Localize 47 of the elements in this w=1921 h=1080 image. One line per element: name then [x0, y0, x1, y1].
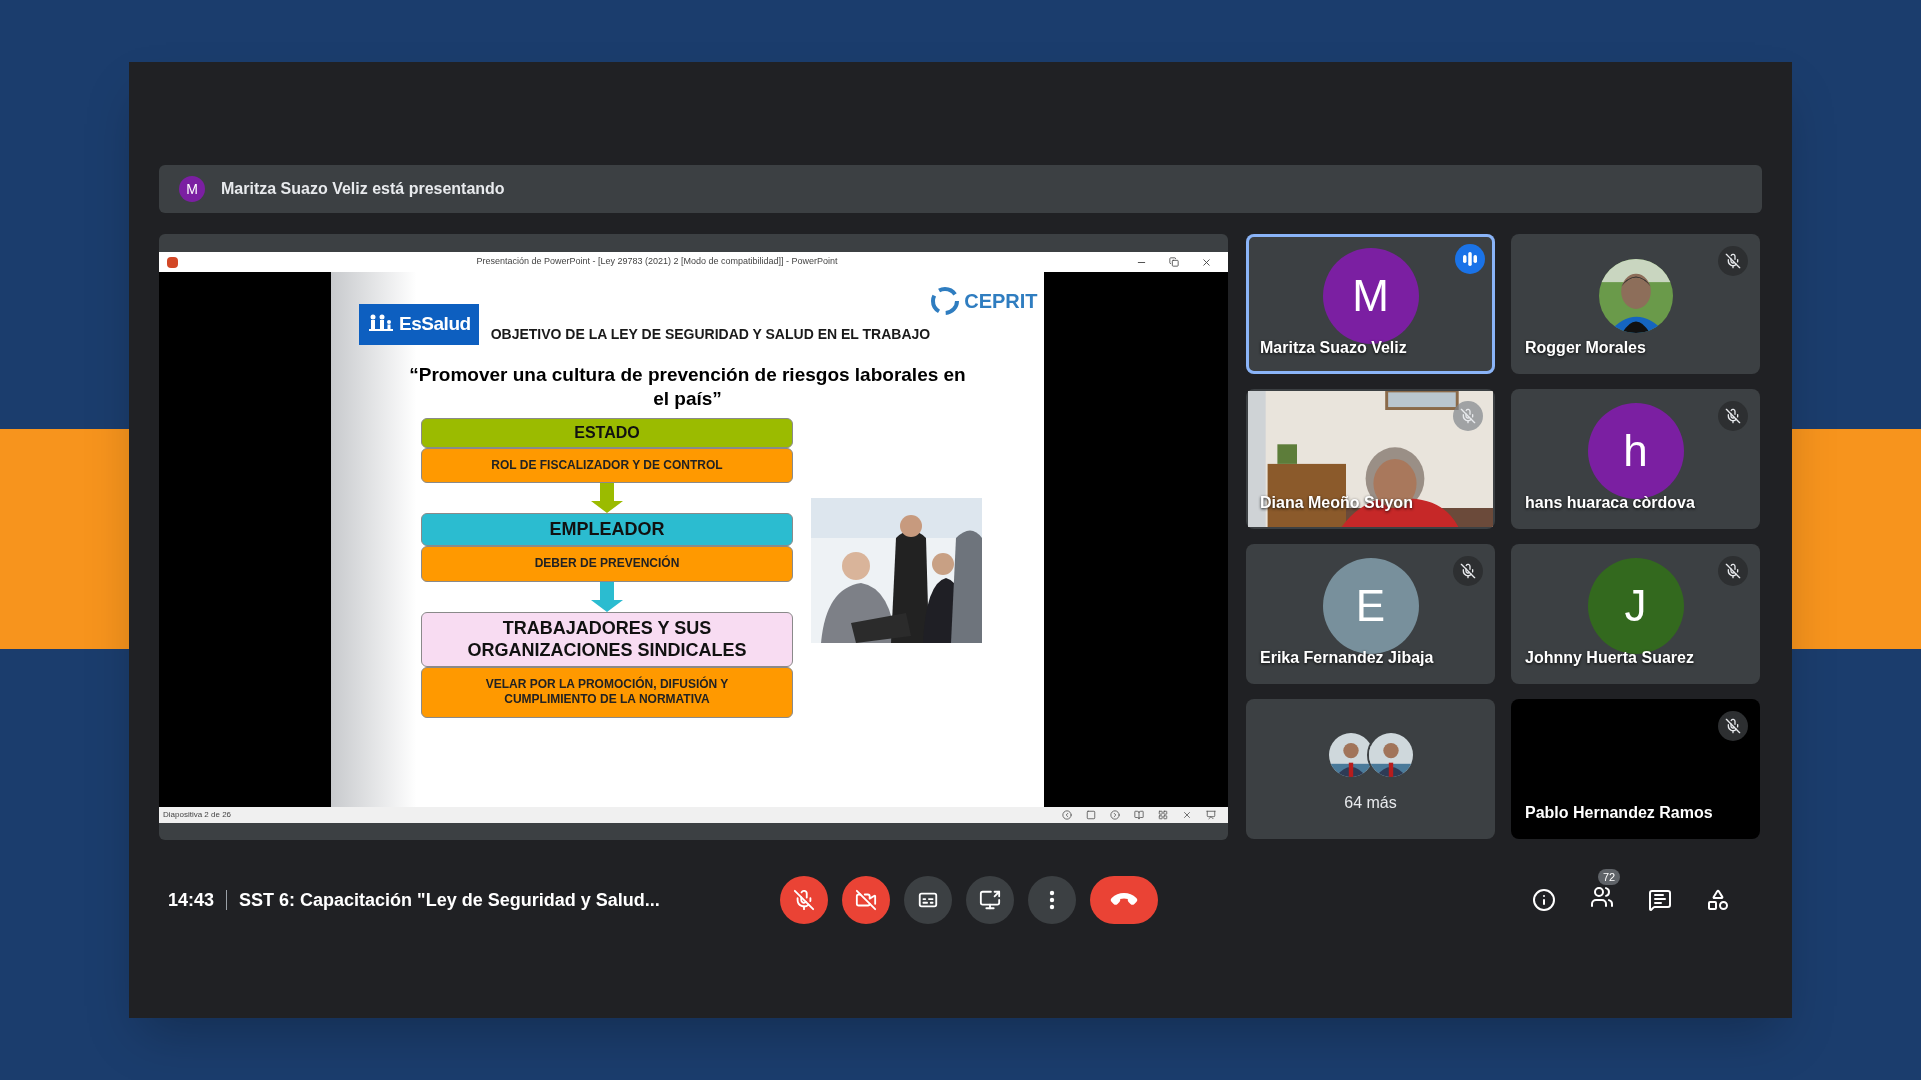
mic-button[interactable]: [780, 876, 828, 924]
slide-quote: “Promover una cultura de prevención de riesgos laborales en el país”: [408, 362, 967, 412]
camera-off-icon: [855, 889, 877, 911]
slideshow-icon[interactable]: [1206, 810, 1216, 820]
flow-heading: EMPLEADOR: [421, 513, 793, 546]
captions-button[interactable]: [904, 876, 952, 924]
leave-button[interactable]: [1090, 876, 1158, 924]
powerpoint-icon: [167, 256, 178, 268]
present-screen-icon: [979, 889, 1001, 911]
next-icon[interactable]: [1110, 810, 1120, 820]
present-button[interactable]: [966, 876, 1014, 924]
flow-detail: VELAR POR LA PROMOCIÓN, DIFUSIÓN Y CUMPLIMIENTO DE LA NORMATIVA: [421, 666, 793, 718]
slide-counter: Diapositiva 2 de 26: [163, 809, 233, 821]
camera-button[interactable]: [842, 876, 890, 924]
info-button[interactable]: [1532, 888, 1556, 912]
flow-detail: ROL DE FISCALIZADOR Y DE CONTROL: [421, 447, 793, 484]
more-count: 64 más: [1344, 793, 1397, 813]
normal-view-icon[interactable]: [1086, 810, 1096, 820]
more-participants-tile[interactable]: 64 más: [1246, 699, 1495, 839]
close-view-icon[interactable]: [1182, 810, 1192, 820]
essalud-logo: EsSalud: [359, 304, 479, 345]
slide-title: OBJETIVO DE LA LEY DE SEGURIDAD Y SALUD EN EL TRABAJO: [490, 324, 931, 344]
previous-icon[interactable]: [1062, 810, 1072, 820]
speaking-indicator-icon: [1455, 244, 1485, 274]
meeting-title: SST 6: Capacitación "Ley de Seguridad y Salud...: [239, 888, 660, 912]
window-title: Presentación de PowerPoint - [Ley 29783 (2021) 2 [Modo de compatibilidad]] - PowerPoint: [475, 255, 839, 269]
close-icon[interactable]: [1201, 256, 1212, 268]
grid-view-icon[interactable]: [1158, 810, 1168, 820]
participant-name: Pablo Hernandez Ramos: [1525, 803, 1713, 823]
mic-off-icon: [793, 889, 815, 911]
people-button[interactable]: [1590, 884, 1614, 909]
more-button[interactable]: [1028, 876, 1076, 924]
avatar: M: [179, 176, 205, 202]
reading-view-icon[interactable]: [1134, 810, 1144, 820]
people-count-badge: 72: [1598, 868, 1621, 885]
flow-detail: DEBER DE PREVENCIÓN: [421, 545, 793, 582]
chat-button[interactable]: [1648, 888, 1672, 912]
meeting-time: 14:43: [168, 888, 215, 912]
more-options-icon: [1049, 890, 1055, 910]
activities-button[interactable]: [1706, 888, 1730, 912]
flow-heading: ESTADO: [421, 417, 793, 448]
flow-heading: TRABAJADORES Y SUS ORGANIZACIONES SINDICALES: [421, 611, 793, 667]
swirl-icon: [930, 286, 961, 316]
ceprit-logo: CEPRIT: [930, 286, 1038, 316]
restore-icon[interactable]: [1169, 256, 1179, 267]
participant-name: Rogger Morales: [1525, 338, 1646, 358]
presenting-text: Maritza Suazo Veliz está presentando: [221, 179, 505, 199]
